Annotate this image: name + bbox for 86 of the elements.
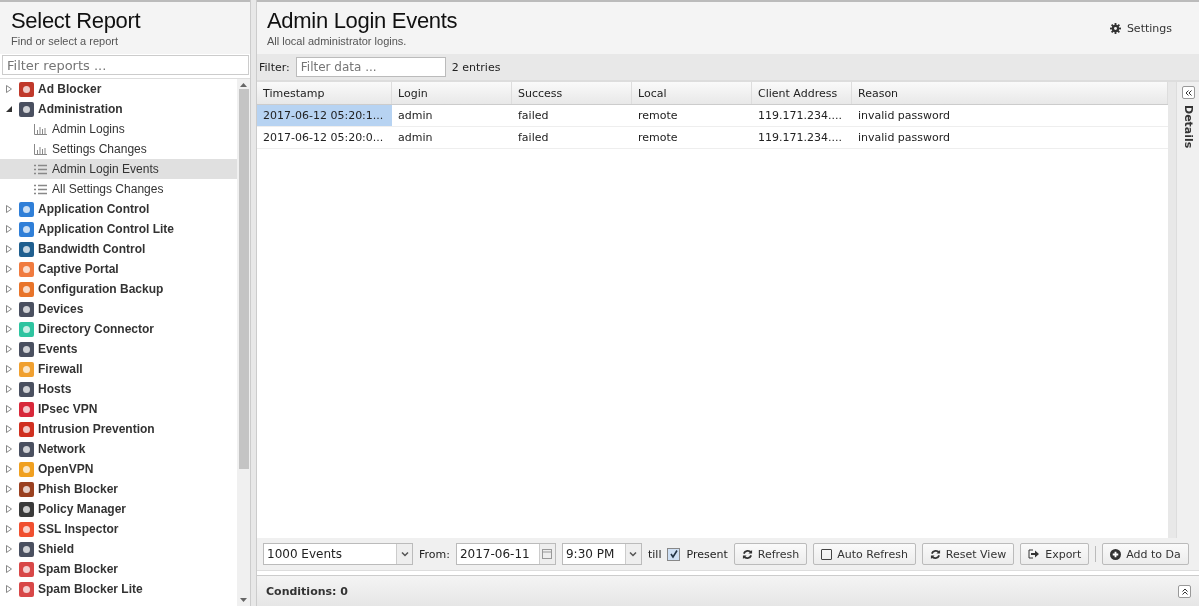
tree-item[interactable]: Spam Blocker <box>0 559 237 579</box>
time-dropdown[interactable]: 9:30 PM <box>561 543 642 565</box>
entries-count: 2 entries <box>451 60 501 74</box>
panel-title: Select Report <box>11 8 142 34</box>
table-cell-text: admin <box>397 130 434 146</box>
tree-item[interactable]: Configuration Backup <box>0 279 237 299</box>
refresh-icon <box>929 548 941 560</box>
column-header[interactable]: Client Address <box>752 82 852 104</box>
scroll-thumb[interactable] <box>238 89 249 469</box>
tree-item[interactable]: OpenVPN <box>0 459 237 479</box>
from-label: From: <box>419 547 450 561</box>
table-cell-text: invalid password <box>857 130 952 146</box>
toolbar-button[interactable]: Refresh <box>733 543 808 565</box>
event-limit-dropdown[interactable]: 1000 Events <box>263 543 413 565</box>
scrollbar[interactable] <box>237 79 250 606</box>
present-checkbox[interactable] <box>667 547 681 561</box>
report-subtitle: All local administrator logins. <box>267 35 408 47</box>
add-icon <box>1110 548 1122 560</box>
table-cell-text: failed <box>517 130 550 146</box>
tree-item[interactable]: Admin Login Events <box>0 159 237 179</box>
table-cell-text: admin <box>397 108 434 124</box>
tree-item[interactable]: Captive Portal <box>0 259 237 279</box>
list-icon <box>34 163 47 175</box>
export-icon <box>1028 549 1041 559</box>
report-title: Admin Login Events <box>267 8 458 34</box>
settings-button[interactable]: Settings <box>1103 18 1178 38</box>
tree-item[interactable]: Directory Connector <box>0 319 237 339</box>
table-cell-text: 119.171.234.... <box>757 108 843 124</box>
date-field[interactable]: 2017-06-11 <box>455 543 556 565</box>
toolbar-button[interactable]: Add to Da <box>1102 543 1189 565</box>
tree-item[interactable]: IPsec VPN <box>0 399 237 419</box>
table-cell-text: remote <box>637 130 679 146</box>
filter-label: Filter: <box>259 60 290 74</box>
tree-item[interactable]: Administration <box>0 99 237 119</box>
tree-item[interactable]: Intrusion Prevention <box>0 419 237 439</box>
tree-item[interactable]: Phish Blocker <box>0 479 237 499</box>
table-cell-text: 119.171.234.... <box>757 130 843 146</box>
tree-item[interactable]: Firewall <box>0 359 237 379</box>
table-cell-text: invalid password <box>857 108 952 124</box>
tree-item[interactable]: Spam Blocker Lite <box>0 579 237 599</box>
scroll-down-icon[interactable] <box>240 598 247 602</box>
tree-item[interactable]: Admin Logins <box>0 119 237 139</box>
double-chevron-up-icon <box>1181 587 1188 595</box>
filter-data-field[interactable]: Filter data ... <box>295 57 446 77</box>
tree-item[interactable]: SSL Inspector <box>0 519 237 539</box>
list-icon <box>34 183 47 195</box>
table-cell-text: remote <box>637 108 679 124</box>
till-label: till <box>647 547 662 561</box>
toolbar-button[interactable]: Auto Refresh <box>813 543 916 565</box>
tree-item[interactable]: All Settings Changes <box>0 179 237 199</box>
tree-item[interactable]: Settings Changes <box>0 139 237 159</box>
bar-chart-icon <box>34 143 47 155</box>
tree-item[interactable]: Application Control Lite <box>0 219 237 239</box>
expand-button[interactable] <box>1181 86 1195 99</box>
toolbar-button[interactable]: Export <box>1020 543 1090 565</box>
conditions-label: Conditions: 0 <box>266 584 348 598</box>
scroll-up-icon[interactable] <box>240 83 247 87</box>
scrollbar[interactable] <box>1168 82 1176 538</box>
refresh-icon <box>741 548 753 560</box>
present-label: Present <box>686 547 728 561</box>
tree-item[interactable]: Devices <box>0 299 237 319</box>
tree-item[interactable]: Network <box>0 439 237 459</box>
tree-item[interactable]: Events <box>0 339 237 359</box>
tree-item[interactable]: Application Control <box>0 199 237 219</box>
toolbar-button[interactable]: Reset View <box>921 543 1015 565</box>
table-cell-text: failed <box>517 108 550 124</box>
filter-reports-field[interactable]: Filter reports ... <box>2 55 249 75</box>
double-chevron-left-icon <box>1184 89 1192 96</box>
bar-chart-icon <box>34 123 47 135</box>
tree-item[interactable]: Ad Blocker <box>0 79 237 99</box>
tree-item[interactable]: Shield <box>0 539 237 559</box>
expander-icon[interactable] <box>5 105 13 113</box>
settings-icon <box>1109 22 1121 34</box>
tree-item[interactable]: Hosts <box>0 379 237 399</box>
column-header[interactable]: Timestamp <box>257 82 392 104</box>
panel-subtitle: Find or select a report <box>11 35 119 47</box>
column-header[interactable]: Local <box>632 82 752 104</box>
table-cell-text: 2017-06-12 05:20:0... <box>262 130 385 146</box>
expand-button[interactable] <box>1178 584 1191 598</box>
column-header[interactable]: Login <box>392 82 512 104</box>
tree-item[interactable]: Policy Manager <box>0 499 237 519</box>
details-tab[interactable]: Details <box>1181 105 1195 149</box>
table-cell: 2017-06-12 05:20:1... <box>257 105 392 126</box>
tree-item[interactable]: Bandwidth Control <box>0 239 237 259</box>
calendar-icon <box>542 549 553 559</box>
column-header[interactable]: Success <box>512 82 632 104</box>
